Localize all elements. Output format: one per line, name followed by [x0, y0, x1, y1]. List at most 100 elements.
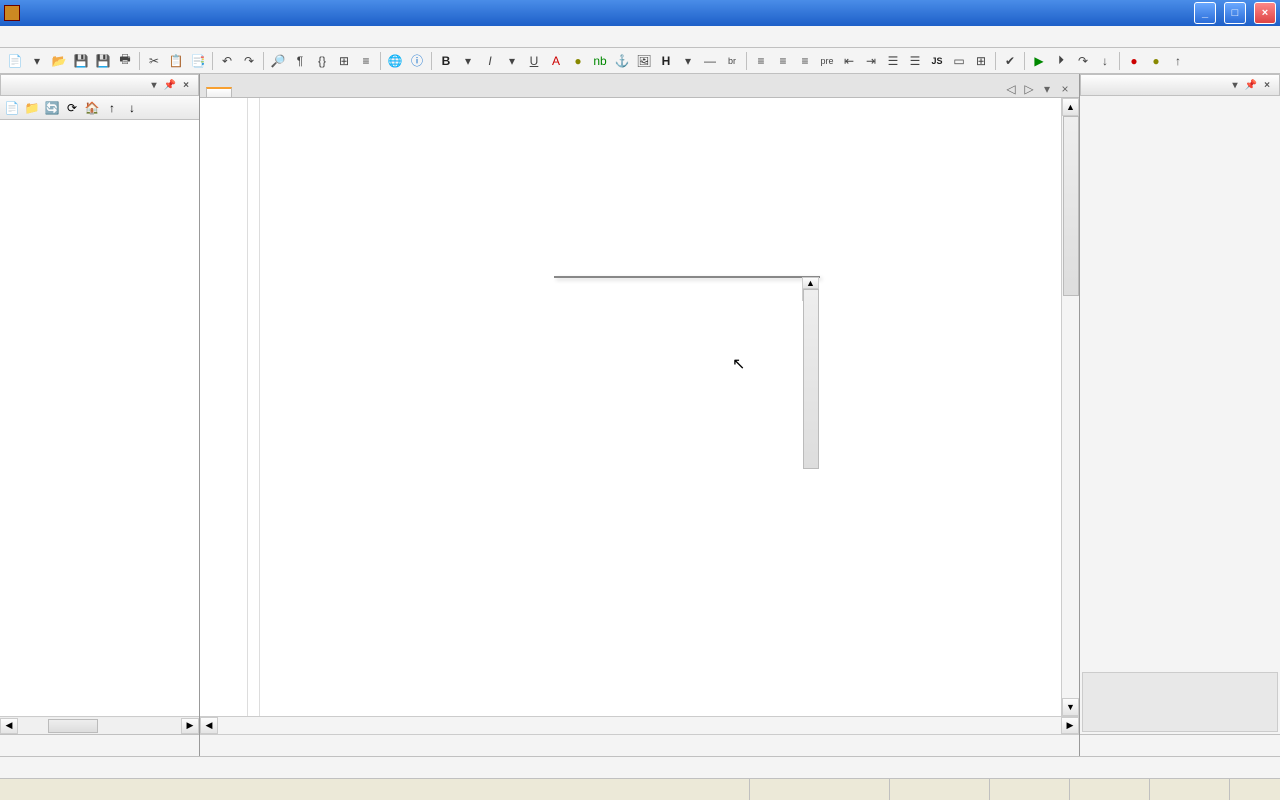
- project-tree[interactable]: [0, 120, 199, 716]
- list-ul-icon[interactable]: ☰: [883, 51, 903, 71]
- proj-download-icon[interactable]: ↓: [124, 100, 140, 116]
- undo-icon[interactable]: ↶: [217, 51, 237, 71]
- editor-tab[interactable]: [206, 87, 232, 97]
- panel-close-icon[interactable]: ×: [1261, 79, 1273, 91]
- new-dropdown-icon[interactable]: ▾: [27, 51, 47, 71]
- status-line: [1070, 779, 1150, 800]
- toggle-bp-icon[interactable]: ●: [1146, 51, 1166, 71]
- br-button[interactable]: br: [722, 51, 742, 71]
- proj-upload-icon[interactable]: ↑: [104, 100, 120, 116]
- proj-home-icon[interactable]: 🏠: [84, 100, 100, 116]
- find-replace-icon[interactable]: 🔎: [268, 51, 288, 71]
- font-color-button[interactable]: A: [546, 51, 566, 71]
- outdent-icon[interactable]: ⇤: [839, 51, 859, 71]
- nbsp-button[interactable]: nb: [590, 51, 610, 71]
- scroll-left-icon[interactable]: ◀: [200, 717, 218, 734]
- tool-a-icon[interactable]: ¶: [290, 51, 310, 71]
- scroll-up-icon[interactable]: ▲: [1062, 98, 1079, 116]
- breakpoint-icon[interactable]: ●: [1124, 51, 1144, 71]
- view-mode-tabs: [200, 734, 1079, 756]
- heading-dropdown[interactable]: ▾: [678, 51, 698, 71]
- tool-c-icon[interactable]: ⊞: [334, 51, 354, 71]
- debug-icon[interactable]: ⏵: [1051, 51, 1071, 71]
- status-ins: [1230, 779, 1280, 800]
- step-into-icon[interactable]: ↓: [1095, 51, 1115, 71]
- code-editor[interactable]: ▲ ▼ ↖ ▲ ▼: [200, 98, 1079, 716]
- validate-icon[interactable]: ✔: [1000, 51, 1020, 71]
- ac-scroll-up-icon[interactable]: ▲: [802, 277, 819, 289]
- step-out-icon[interactable]: ↑: [1168, 51, 1188, 71]
- align-left-icon[interactable]: ≡: [751, 51, 771, 71]
- js-button[interactable]: JS: [927, 51, 947, 71]
- italic-dropdown[interactable]: ▾: [502, 51, 522, 71]
- left-bottom-tabs: [0, 734, 199, 756]
- align-right-icon[interactable]: ≡: [795, 51, 815, 71]
- tab-prev-icon[interactable]: ◁: [1003, 81, 1019, 97]
- scroll-thumb[interactable]: [48, 719, 98, 733]
- anchor-icon[interactable]: ⚓: [612, 51, 632, 71]
- redo-icon[interactable]: ↷: [239, 51, 259, 71]
- heading-button[interactable]: H: [656, 51, 676, 71]
- new-file-icon[interactable]: 📄: [5, 51, 25, 71]
- cut-icon[interactable]: ✂: [144, 51, 164, 71]
- scroll-right-icon[interactable]: ▶: [1061, 717, 1079, 734]
- help-icon[interactable]: ⓘ: [407, 51, 427, 71]
- italic-button[interactable]: I: [480, 51, 500, 71]
- editor-hscroll[interactable]: ◀ ▶: [200, 716, 1079, 734]
- bottom-tool-tabs: [0, 756, 1280, 778]
- code-area[interactable]: ▲ ▼ ↖: [260, 98, 1061, 716]
- editor-scroll-thumb[interactable]: [1063, 116, 1079, 296]
- tab-close-icon[interactable]: ×: [1057, 81, 1073, 97]
- panel-close-icon[interactable]: ×: [180, 79, 192, 91]
- step-over-icon[interactable]: ↷: [1073, 51, 1093, 71]
- panel-pin-icon[interactable]: 📌: [1245, 79, 1257, 91]
- form-icon[interactable]: ▭: [949, 51, 969, 71]
- status-encoding: [890, 779, 990, 800]
- open-icon[interactable]: 📂: [49, 51, 69, 71]
- highlight-button[interactable]: ●: [568, 51, 588, 71]
- proj-newfolder-icon[interactable]: 📁: [24, 100, 40, 116]
- maximize-button[interactable]: □: [1224, 2, 1246, 24]
- image-icon[interactable]: 🖼: [634, 51, 654, 71]
- scroll-down-icon[interactable]: ▼: [1062, 698, 1079, 716]
- proj-sync-icon[interactable]: ⟳: [64, 100, 80, 116]
- panel-menu-icon[interactable]: ▾: [148, 79, 160, 91]
- fold-gutter[interactable]: [248, 98, 260, 716]
- scroll-left-icon[interactable]: ◀: [0, 718, 18, 734]
- proj-refresh-icon[interactable]: 🔄: [44, 100, 60, 116]
- underline-button[interactable]: U: [524, 51, 544, 71]
- indent-icon[interactable]: ⇥: [861, 51, 881, 71]
- copy-icon[interactable]: 📋: [166, 51, 186, 71]
- tab-next-icon[interactable]: ▷: [1021, 81, 1037, 97]
- menubar: [0, 26, 1280, 48]
- titlebar: _ □ ×: [0, 0, 1280, 26]
- bold-dropdown[interactable]: ▾: [458, 51, 478, 71]
- ac-scroll-thumb[interactable]: [803, 289, 819, 469]
- paste-icon[interactable]: 📑: [188, 51, 208, 71]
- save-all-icon[interactable]: 💾: [93, 51, 113, 71]
- ruler-icon[interactable]: —: [700, 51, 720, 71]
- panel-pin-icon[interactable]: 📌: [164, 79, 176, 91]
- bold-button[interactable]: B: [436, 51, 456, 71]
- close-button[interactable]: ×: [1254, 2, 1276, 24]
- run-icon[interactable]: ▶: [1029, 51, 1049, 71]
- tool-b-icon[interactable]: {}: [312, 51, 332, 71]
- editor-vscroll[interactable]: ▲ ▼: [1061, 98, 1079, 716]
- tab-list-icon[interactable]: ▾: [1039, 81, 1055, 97]
- table-icon[interactable]: ⊞: [971, 51, 991, 71]
- scroll-right-icon[interactable]: ▶: [181, 718, 199, 734]
- autocomplete-popup[interactable]: ▲ ▼: [554, 276, 820, 278]
- minimize-button[interactable]: _: [1194, 2, 1216, 24]
- properties-body: [1080, 96, 1280, 670]
- save-icon[interactable]: 💾: [71, 51, 91, 71]
- align-center-icon[interactable]: ≡: [773, 51, 793, 71]
- pre-button[interactable]: pre: [817, 51, 837, 71]
- tree-hscroll[interactable]: ◀ ▶: [0, 716, 199, 734]
- panel-menu-icon[interactable]: ▾: [1229, 79, 1241, 91]
- proj-new-icon[interactable]: 📄: [4, 100, 20, 116]
- editor-panel: ◁ ▷ ▾ × ▲ ▼ ↖ ▲: [200, 74, 1080, 756]
- tool-d-icon[interactable]: ≡: [356, 51, 376, 71]
- print-icon[interactable]: 🖶: [115, 51, 135, 71]
- list-ol-icon[interactable]: ☰: [905, 51, 925, 71]
- browser-icon[interactable]: 🌐: [385, 51, 405, 71]
